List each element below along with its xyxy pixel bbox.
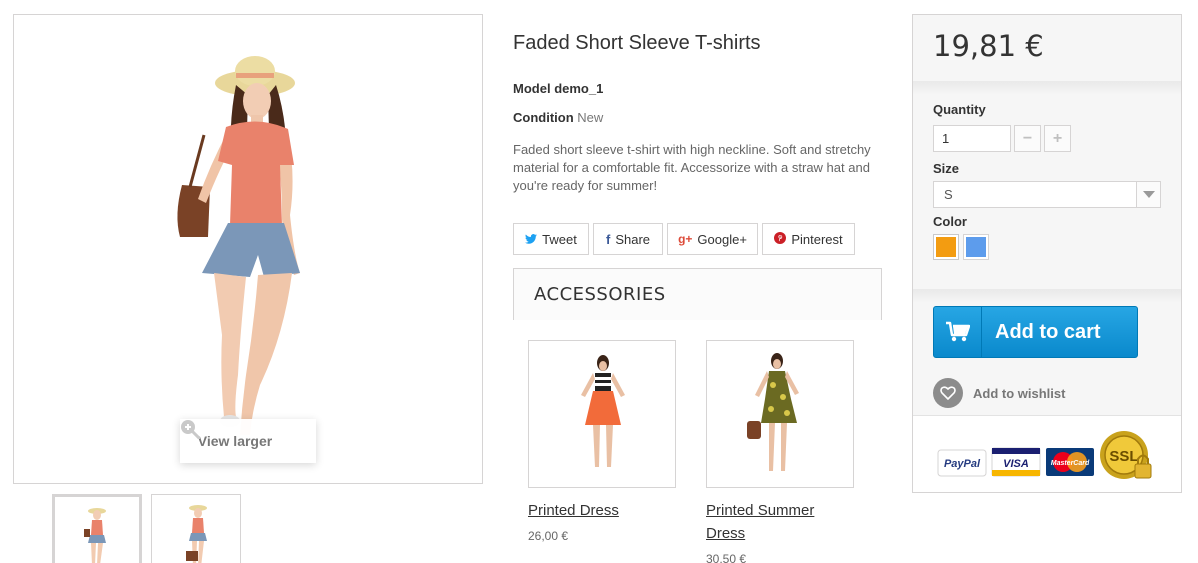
add-to-wishlist-link[interactable]: Add to wishlist	[973, 386, 1065, 401]
quantity-decrease-button[interactable]: −	[1014, 125, 1041, 152]
mastercard-logo: MasterCard	[1051, 460, 1090, 467]
zoom-in-icon	[181, 420, 298, 451]
google-plus-label: Google+	[697, 231, 747, 247]
accessory-name-printed-summer-dress[interactable]: Printed Summer Dress	[706, 499, 814, 545]
product-description: Faded short sleeve t-shirt with high nec…	[513, 142, 871, 193]
color-swatch-blue-fill	[966, 237, 986, 257]
product-title: Faded Short Sleeve T-shirts	[513, 32, 761, 54]
accessory-image-printed-summer-dress[interactable]	[706, 340, 854, 488]
size-select[interactable]: S	[933, 181, 1161, 208]
condition-value: New	[577, 110, 604, 125]
product-condition: Condition New	[513, 110, 603, 125]
color-swatch-orange-fill	[936, 237, 956, 257]
google-plus-icon: g+	[678, 232, 693, 246]
accessories-heading-text: ACCESSORIES	[534, 284, 666, 305]
minus-icon: −	[1022, 129, 1033, 147]
accessories-heading: ACCESSORIES	[513, 268, 882, 320]
add-to-cart-button[interactable]: Add to cart	[933, 306, 1138, 358]
product-model: Model demo_1	[513, 81, 603, 96]
tweet-button[interactable]: Tweet	[513, 223, 589, 255]
google-plus-button[interactable]: g+ Google+	[667, 223, 758, 255]
facebook-share-button[interactable]: f Share	[593, 223, 663, 255]
heart-icon[interactable]	[933, 378, 963, 408]
gallery-thumbnail-1[interactable]	[52, 494, 142, 563]
quantity-label: Quantity	[933, 102, 986, 117]
size-label: Size	[933, 161, 960, 176]
facebook-icon: f	[605, 231, 611, 247]
model-photo	[177, 56, 300, 447]
price-area: 19,81 €	[913, 15, 1181, 81]
add-to-cart-label: Add to cart	[995, 320, 1101, 343]
accessory-price-printed-summer-dress: 30,50 €	[706, 552, 747, 563]
main-product-image[interactable]: View larger	[13, 14, 483, 484]
payment-logos: PayPal VISA MasterCard SSL	[913, 415, 1181, 492]
condition-label: Condition	[513, 110, 574, 125]
plus-icon: +	[1052, 129, 1063, 147]
divider	[913, 289, 1181, 303]
quantity-increase-button[interactable]: +	[1044, 125, 1071, 152]
chevron-down-icon	[1136, 182, 1160, 207]
share-label: Share	[615, 231, 651, 247]
divider	[913, 81, 1181, 95]
pinterest-label: Pinterest	[791, 231, 843, 247]
pinterest-icon	[774, 231, 787, 247]
accessory-price-printed-dress: 26,00 €	[528, 529, 569, 543]
view-larger-button[interactable]: View larger	[180, 419, 316, 463]
color-label: Color	[933, 214, 967, 229]
product-price: 19,81 €	[933, 29, 1044, 63]
ssl-badge: SSL	[1109, 448, 1138, 465]
model-value: demo_1	[554, 81, 604, 96]
tweet-label: Tweet	[542, 231, 577, 247]
color-swatch-blue[interactable]	[963, 234, 989, 260]
view-larger-label: View larger	[197, 433, 273, 449]
accessory-name-printed-dress[interactable]: Printed Dress	[528, 499, 619, 522]
model-label: Model	[513, 81, 551, 96]
cart-icon	[934, 307, 982, 357]
pinterest-button[interactable]: Pinterest	[762, 223, 855, 255]
payment-logos-image: PayPal VISA MasterCard SSL	[937, 431, 1152, 479]
color-swatch-orange[interactable]	[933, 234, 959, 260]
accessory-image-printed-dress[interactable]	[528, 340, 676, 488]
visa-logo: VISA	[1003, 458, 1029, 470]
quantity-input[interactable]	[933, 125, 1011, 152]
size-selected-value: S	[944, 187, 953, 202]
twitter-icon	[525, 232, 538, 247]
paypal-logo: PayPal	[944, 458, 981, 470]
buy-box: 19,81 € Quantity − + Size S Color Add to	[912, 14, 1182, 493]
gallery-thumbnail-2[interactable]	[151, 494, 241, 563]
